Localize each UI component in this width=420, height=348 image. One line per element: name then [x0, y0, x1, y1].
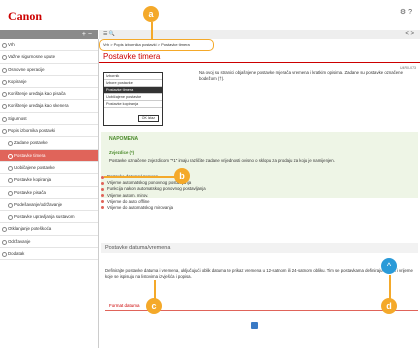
sidebar-item-label: Održavanje	[8, 238, 31, 244]
device-screen-screenshot: Izbornik Izbore postavke Postavke timera Uo…	[103, 72, 163, 126]
nav-bullet-icon	[8, 202, 13, 208]
link-bullet-icon	[101, 181, 104, 185]
sidebar-item[interactable]: Korištenje uređaja kao skenera	[0, 100, 98, 113]
callout-line-b	[104, 176, 176, 178]
sidebar-item[interactable]: Uobičajene postavke	[0, 162, 98, 175]
sidebar-item-label: Dodatak	[8, 251, 25, 257]
callout-d: d	[381, 298, 397, 314]
screen-menu-row: Uobičajene postavke	[104, 94, 162, 101]
sidebar-item-label: Sigurnost	[8, 115, 27, 121]
nav-bullet-icon	[2, 252, 7, 258]
sidebar-item[interactable]: Održavanje	[0, 236, 98, 249]
sidebar-nav: Vrh Važne sigurnosne upute Osnovne operaci…	[0, 39, 99, 348]
menu-search-icons[interactable]: ☰ 🔍	[103, 30, 115, 39]
sidebar-item-label: Postavke timera	[14, 152, 46, 158]
expand-collapse-controls[interactable]: + −	[82, 30, 92, 39]
callout-c: c	[146, 298, 162, 314]
callout-line-a	[151, 22, 153, 40]
sidebar-item-label: Zadane postavke	[14, 140, 48, 146]
sidebar-item-label: Postavke upravljanja sustavom	[14, 214, 75, 220]
sidebar-item[interactable]: Otklanjanje poteškoća	[0, 223, 98, 236]
link-bullet-icon	[101, 187, 104, 191]
nav-bullet-icon	[2, 104, 7, 110]
sidebar-item[interactable]: Postavke upravljanja sustavom	[0, 211, 98, 224]
canon-logo: Canon	[8, 9, 43, 23]
sidebar-item-label: Popis izbornika postavki	[8, 128, 56, 134]
screen-menu-row: Izbornik	[104, 73, 162, 80]
sidebar-item-label: Korištenje uređaja kao skenera	[8, 103, 69, 109]
topic-link[interactable]: Vrijeme do automatskog mirovanja	[99, 205, 420, 211]
nav-bullet-icon	[2, 116, 7, 122]
topic-link-label: Vrijeme do automatskog mirovanja	[107, 204, 173, 210]
sidebar-item-label: Uobičajene postavke	[14, 164, 55, 170]
topic-link-list: Postavke datuma/vremenaVrijeme automatsk…	[99, 174, 420, 211]
topic-link-label: Vrijeme autom. mirov.	[107, 192, 149, 198]
breadcrumb[interactable]: Vrh > Popis izbornika postavki > Postavk…	[99, 39, 214, 51]
sidebar-item-label: Podešavanje/održavanje	[14, 201, 63, 207]
sidebar-item[interactable]: Podešavanje/održavanje	[0, 199, 98, 212]
screen-menu-row: Postavke kopiranja	[104, 101, 162, 108]
section-text: Definirajte postavke datuma i vremena, u…	[105, 268, 413, 279]
sidebar-item-label: Otklanjanje poteškoća	[8, 226, 52, 232]
nav-bullet-icon	[2, 67, 7, 73]
sidebar-item[interactable]: Popis izbornika postavki	[0, 125, 98, 138]
note-subheading: Zvjezdice (*)	[109, 150, 135, 155]
content-toolbar: ☰ 🔍 < >	[99, 30, 420, 39]
sidebar-item[interactable]: Postavke kopiranja	[0, 174, 98, 187]
sidebar-item-label: Važne sigurnosne upute	[8, 54, 56, 60]
page-title: Postavke timera	[99, 52, 420, 63]
nav-bullet-icon	[2, 239, 7, 245]
section-title: Postavke datuma/vremena	[101, 243, 418, 253]
nav-bullet-icon	[2, 129, 7, 135]
sidebar-item-label: Postavke kopiranja	[14, 177, 52, 183]
note-text: Postavke označene zvjezdicom "*1" imaju …	[109, 158, 335, 163]
sidebar-item[interactable]: Postavke pisača	[0, 187, 98, 199]
link-bullet-icon	[101, 206, 104, 210]
nav-bullet-icon	[8, 178, 13, 184]
prev-next-icons[interactable]: < >	[405, 30, 414, 39]
screen-ok-button: OK Izlaz	[137, 115, 159, 122]
sidebar-item-label: Korištenje uređaja kao pisača	[8, 91, 66, 97]
screen-menu-row: Izbore postavke	[104, 80, 162, 87]
sidebar-item[interactable]: Postavke timera	[0, 149, 98, 162]
nav-bullet-icon	[2, 55, 7, 61]
top-bar: Canon ⚙ ?	[0, 0, 420, 30]
sidebar-header: + −	[0, 30, 98, 39]
nav-bullet-icon	[2, 92, 7, 98]
sidebar-item[interactable]: Sigurnost	[0, 113, 98, 126]
note-heading: NAPOMENA	[109, 136, 139, 142]
sidebar-item-label: Osnovne operacije	[8, 66, 45, 72]
callout-a: a	[143, 6, 159, 22]
expand-icon[interactable]	[251, 322, 258, 329]
scroll-to-top-button[interactable]: ^	[381, 258, 397, 274]
nav-bullet-icon	[8, 190, 13, 196]
callout-b: b	[174, 168, 190, 184]
nav-bullet-icon	[2, 227, 7, 233]
link-bullet-icon	[101, 194, 104, 198]
nav-bullet-icon	[8, 153, 13, 159]
sidebar-item-label: Vrh	[8, 42, 15, 47]
sidebar-item[interactable]: Kopiranje	[0, 76, 98, 89]
nav-bullet-icon	[2, 43, 7, 48]
intro-text: Na ovoj su stranici objašnjene postavke …	[199, 70, 403, 81]
nav-bullet-icon	[2, 79, 7, 85]
nav-bullet-icon	[8, 165, 13, 171]
screen-menu-row: Postavke timera	[104, 87, 162, 94]
settings-help-icons[interactable]: ⚙ ?	[400, 8, 412, 16]
nav-bullet-icon	[8, 141, 13, 147]
sidebar-item-label: Kopiranje	[8, 78, 27, 84]
topic-link-label: Vrijeme do auto offline	[107, 198, 150, 204]
sidebar-item[interactable]: Zadane postavke	[0, 137, 98, 150]
sidebar-item[interactable]: Vrh	[0, 39, 98, 52]
sidebar-item-label: Postavke pisača	[14, 189, 46, 195]
sidebar-item[interactable]: Dodatak	[0, 248, 98, 261]
sidebar-item[interactable]: Osnovne operacije	[0, 64, 98, 76]
link-bullet-icon	[101, 200, 104, 204]
nav-bullet-icon	[8, 215, 13, 221]
sidebar-item[interactable]: Važne sigurnosne upute	[0, 51, 98, 64]
sidebar-item[interactable]: Korištenje uređaja kao pisača	[0, 88, 98, 101]
topic-link-label: Funkcija nakon automatskog ponovnog post…	[107, 186, 206, 192]
